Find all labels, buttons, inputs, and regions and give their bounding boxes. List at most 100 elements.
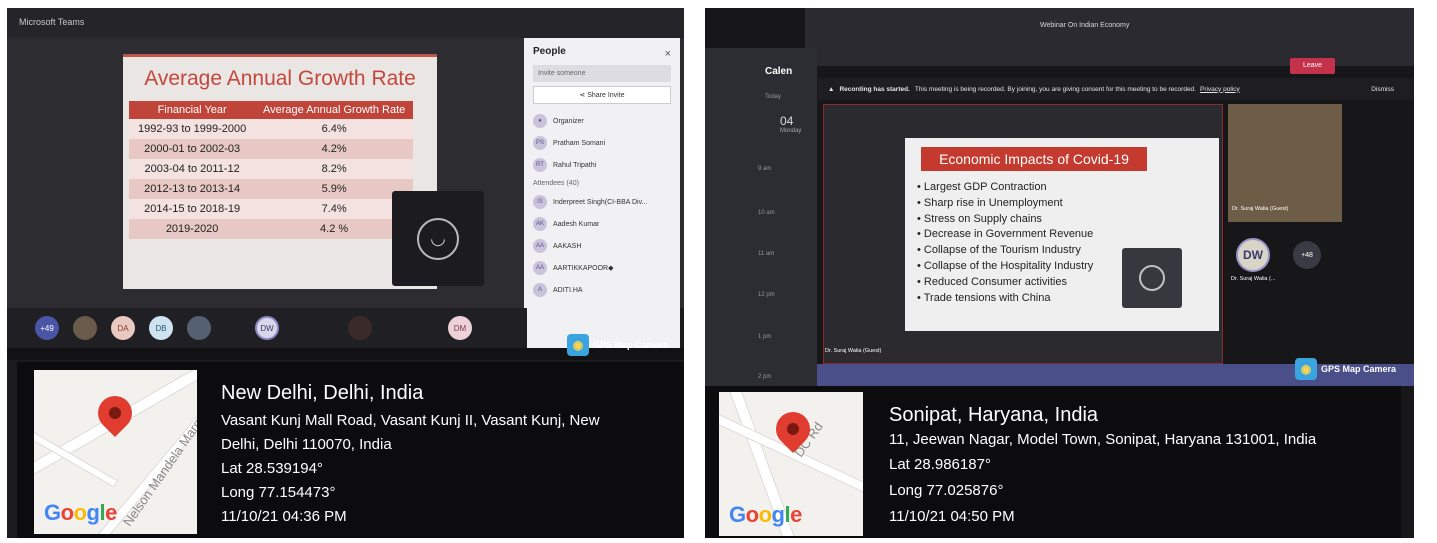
avatar[interactable] — [348, 316, 372, 340]
list-item[interactable]: IS Inderpreet Singh(CI-BBA Div... — [533, 191, 671, 213]
participant-video-tile[interactable] — [1122, 248, 1182, 308]
shared-slide: Average Annual Growth Rate Financial Yea… — [123, 54, 437, 289]
day-number: 04 — [780, 114, 794, 128]
privacy-policy-link[interactable]: Privacy policy — [1200, 86, 1240, 93]
longitude: Long 77.154473° — [221, 484, 336, 501]
table-cell: 4.2% — [255, 139, 413, 159]
bullet-item: Stress on Supply chains — [917, 212, 1093, 228]
table-cell: 2003-04 to 2011-12 — [129, 159, 256, 179]
camera-icon: ◉ — [567, 334, 589, 356]
participant-name: Inderpreet Singh(CI-BBA Div... — [553, 198, 648, 206]
slide-title: Average Annual Growth Rate — [144, 67, 416, 90]
avatar[interactable]: DA — [111, 316, 135, 340]
table-cell: 1992-93 to 1999-2000 — [129, 119, 256, 139]
time-label: 10 am — [758, 210, 775, 216]
day-name: Monday — [780, 128, 802, 134]
today-button[interactable]: Today — [765, 94, 781, 100]
recording-text: This meeting is being recorded. By joini… — [914, 85, 1196, 93]
list-item[interactable]: AA AAKASH — [533, 235, 671, 257]
person-icon — [1139, 265, 1165, 291]
list-item[interactable]: RT Rahul Tripathi — [533, 154, 671, 176]
leave-button[interactable]: Leave — [1290, 58, 1335, 74]
avatar[interactable]: DB — [149, 316, 173, 340]
people-panel: People × Invite someone ⋖ Share Invite ●… — [524, 38, 680, 358]
people-panel-title: People — [533, 46, 566, 57]
table-header: Average Annual Growth Rate — [255, 101, 413, 119]
more-participants-badge[interactable]: +48 — [1293, 241, 1321, 269]
google-logo: Google — [729, 502, 802, 527]
dismiss-button[interactable]: Dismiss — [1371, 86, 1394, 93]
participants-bar: +49 DA DB DW DM — [7, 308, 527, 348]
participant-name: Pratham Somani — [553, 139, 606, 147]
table-row: 2014-15 to 2018-19 7.4% — [129, 199, 413, 219]
address-line: Vasant Kunj Mall Road, Vasant Kunj II, V… — [221, 412, 600, 429]
close-icon[interactable]: × — [665, 48, 671, 60]
table-row: 2012-13 to 2013-14 5.9% — [129, 179, 413, 199]
avatar[interactable] — [187, 316, 211, 340]
address-line: Delhi, Delhi 110070, India — [221, 436, 392, 453]
map-thumbnail: DC Rd Google — [719, 392, 863, 536]
table-row: 1992-93 to 1999-2000 6.4% — [129, 119, 413, 139]
time-label: 9 am — [758, 166, 772, 172]
gps-badge: ◉ GPS Map Camera — [567, 334, 668, 356]
table-cell: 2012-13 to 2013-14 — [129, 179, 256, 199]
list-item[interactable]: AA AARTIKKAPOOR◆ — [533, 257, 671, 279]
right-photo: Webinar On Indian Economy Leave Calen To… — [705, 8, 1414, 538]
avatar[interactable]: DM — [448, 316, 472, 340]
participant-name: Rahul Tripathi — [553, 161, 597, 169]
participant-name: ADITI.HA — [553, 286, 583, 294]
avatar: A — [533, 283, 547, 297]
table-cell: 8.2% — [255, 159, 413, 179]
address-line: 11, Jeewan Nagar, Model Town, Sonipat, H… — [889, 431, 1317, 448]
side-video-tile[interactable] — [1228, 104, 1342, 222]
avatar[interactable]: DW — [255, 316, 279, 340]
bullet-item: Largest GDP Contraction — [917, 180, 1093, 196]
time-label: 2 pm — [758, 374, 772, 380]
organizer-label: Organizer — [553, 117, 584, 125]
table-row: 2003-04 to 2011-12 8.2% — [129, 159, 413, 179]
slide-title: Economic Impacts of Covid-19 — [921, 147, 1147, 171]
location-title: Sonipat, Haryana, India — [889, 404, 1099, 426]
attendees-header[interactable]: Attendees (40) — [533, 180, 671, 187]
table-cell: 2014-15 to 2018-19 — [129, 199, 256, 219]
bullet-item: Collapse of the Hospitality Industry — [917, 259, 1093, 275]
bullet-item: Collapse of the Tourism Industry — [917, 243, 1093, 259]
share-invite-label: Share Invite — [587, 92, 625, 99]
avatar[interactable] — [73, 316, 97, 340]
location-title: New Delhi, Delhi, India — [221, 382, 424, 404]
recording-title: Recording has started. — [839, 85, 910, 93]
datetime: 11/10/21 04:50 PM — [889, 508, 1015, 525]
participant-name: Aadesh Kumar — [553, 220, 600, 228]
participant-video-tile[interactable]: ◡ — [392, 191, 484, 286]
table-cell: 2000-01 to 2002-03 — [129, 139, 256, 159]
avatar[interactable]: DW — [1236, 238, 1270, 272]
gps-badge-label: GPS Map Camera — [593, 340, 669, 350]
gps-badge: ◉ GPS Map Camera — [1295, 358, 1396, 380]
latitude: Lat 28.986187° — [889, 456, 991, 473]
bullet-item: Sharp rise in Unemployment — [917, 196, 1093, 212]
table-cell: 7.4% — [255, 199, 413, 219]
longitude: Long 77.025876° — [889, 482, 1004, 499]
google-logo: Google — [44, 500, 117, 525]
list-item[interactable]: PS Pratham Somani — [533, 132, 671, 154]
datetime: 11/10/21 04:36 PM — [221, 508, 347, 525]
window-title: Webinar On Indian Economy — [1040, 22, 1130, 29]
share-invite-button[interactable]: ⋖ Share Invite — [533, 86, 671, 104]
camera-icon: ◉ — [1295, 358, 1317, 380]
avatar: PS — [533, 136, 547, 150]
avatar: ● — [533, 114, 547, 128]
app-title: Microsoft Teams — [19, 17, 85, 27]
avatar: AK — [533, 217, 547, 231]
list-item[interactable]: A ADITI.HA — [533, 279, 671, 301]
left-photo: Microsoft Teams Average Annual Growth Ra… — [7, 8, 684, 538]
list-item[interactable]: AK Aadesh Kumar — [533, 213, 671, 235]
time-label: 11 am — [758, 251, 775, 257]
avatar: AA — [533, 239, 547, 253]
person-icon: ◡ — [417, 217, 459, 260]
more-participants-badge[interactable]: +49 — [35, 316, 59, 340]
recording-banner: ▲ Recording has started. This meeting is… — [818, 78, 1414, 100]
invite-input[interactable]: Invite someone — [533, 65, 671, 82]
bullet-item: Trade tensions with China — [917, 291, 1093, 307]
time-label: 1 pm — [758, 334, 772, 340]
calendar-title[interactable]: Calen — [765, 66, 792, 77]
